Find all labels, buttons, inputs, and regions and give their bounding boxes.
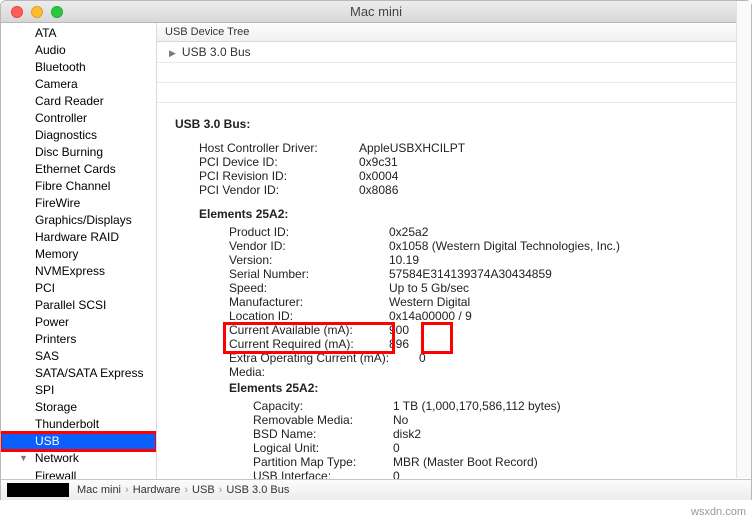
sidebar-item-fibre-channel[interactable]: Fibre Channel [1,178,156,195]
disclosure-triangle-icon[interactable] [169,45,182,59]
path-bar[interactable]: Mac mini › Hardware › USB › USB 3.0 Bus [1,479,751,500]
sidebar-item-ata[interactable]: ATA [1,25,156,42]
label: BSD Name: [253,427,393,441]
value: 0x14a00000 / 9 [389,309,472,323]
value-current-available: 900 [389,323,409,337]
label: Product ID: [229,225,389,239]
label-current-available: Current Available (mA): [229,323,389,337]
watermark: wsxdn.com [691,506,746,518]
sidebar-item-power[interactable]: Power [1,314,156,331]
value: 0x1058 (Western Digital Technologies, In… [389,239,620,253]
value: AppleUSBXHCILPT [359,141,465,155]
chevron-right-icon: › [184,484,188,496]
value: 0x25a2 [389,225,428,239]
sidebar-item-firewall[interactable]: Firewall [1,468,156,479]
label: Removable Media: [253,413,393,427]
tree-blank [157,83,751,103]
sidebar-group-network[interactable]: Network [1,450,156,468]
value: 0x9c31 [359,155,398,169]
label: Serial Number: [229,267,389,281]
sidebar-item-spi[interactable]: SPI [1,382,156,399]
tree-blank [157,63,751,83]
value: disk2 [393,427,421,441]
label: Manufacturer: [229,295,389,309]
value: MBR (Master Boot Record) [393,455,538,469]
label: Vendor ID: [229,239,389,253]
sidebar-item-hardware-raid[interactable]: Hardware RAID [1,229,156,246]
section-title-bus: USB 3.0 Bus: [175,117,743,131]
value: 1 TB (1,000,170,586,112 bytes) [393,399,561,413]
label: PCI Device ID: [199,155,359,169]
value-current-required: 896 [389,337,409,351]
sidebar-item-ethernet-cards[interactable]: Ethernet Cards [1,161,156,178]
value: 0x8086 [359,183,398,197]
sidebar-item-card-reader[interactable]: Card Reader [1,93,156,110]
sidebar-item-disc-burning[interactable]: Disc Burning [1,144,156,161]
label: Version: [229,253,389,267]
value: 10.19 [389,253,419,267]
label-current-required: Current Required (mA): [229,337,389,351]
chevron-right-icon: › [125,484,129,496]
window-title: Mac mini [1,4,751,19]
sidebar-item-memory[interactable]: Memory [1,246,156,263]
value: Western Digital [389,295,470,309]
section-title-device: Elements 25A2: [175,207,743,221]
sidebar-item-printers[interactable]: Printers [1,331,156,348]
sidebar-item-sas[interactable]: SAS [1,348,156,365]
sidebar-item-thunderbolt[interactable]: Thunderbolt [1,416,156,433]
details-pane: USB 3.0 Bus: Host Controller Driver:Appl… [157,103,751,479]
sidebar-item-bluetooth[interactable]: Bluetooth [1,59,156,76]
breadcrumb[interactable]: Mac mini [77,484,121,496]
sidebar-item-graphics-displays[interactable]: Graphics/Displays [1,212,156,229]
label: Partition Map Type: [253,455,393,469]
tree-row-label: USB 3.0 Bus [182,45,251,59]
sidebar-item-camera[interactable]: Camera [1,76,156,93]
redacted-icon [7,483,69,497]
breadcrumb[interactable]: USB 3.0 Bus [226,484,289,496]
tree-header[interactable]: USB Device Tree [157,23,751,42]
sidebar-item-nvmexpress[interactable]: NVMExpress [1,263,156,280]
label: Location ID: [229,309,389,323]
label: Host Controller Driver: [199,141,359,155]
label: Speed: [229,281,389,295]
sidebar-item-firewire[interactable]: FireWire [1,195,156,212]
sidebar-item-sata[interactable]: SATA/SATA Express [1,365,156,382]
label: PCI Vendor ID: [199,183,359,197]
label: USB Interface: [253,469,393,479]
label: Media: [229,365,389,379]
sidebar-item-storage[interactable]: Storage [1,399,156,416]
value: 57584E314139374A30434859 [389,267,552,281]
label: Capacity: [253,399,393,413]
value: 0 [393,469,400,479]
titlebar[interactable]: Mac mini [1,1,751,23]
value: 0 [393,441,400,455]
value: 0 [419,351,426,365]
sidebar-item-controller[interactable]: Controller [1,110,156,127]
value: 0x0004 [359,169,398,183]
main-pane: USB Device Tree USB 3.0 Bus USB 3.0 Bus:… [157,23,751,479]
value: Up to 5 Gb/sec [389,281,469,295]
system-info-window: Mac mini ATA Audio Bluetooth Camera Card… [0,0,752,500]
scrollbar[interactable] [736,1,751,478]
breadcrumb[interactable]: Hardware [133,484,181,496]
sidebar-item-diagnostics[interactable]: Diagnostics [1,127,156,144]
label: PCI Revision ID: [199,169,359,183]
label: Logical Unit: [253,441,393,455]
value: No [393,413,408,427]
chevron-right-icon: › [219,484,223,496]
label: Extra Operating Current (mA): [229,351,419,365]
section-title-volume: Elements 25A2: [175,381,743,395]
breadcrumb[interactable]: USB [192,484,215,496]
tree-row-usb-bus[interactable]: USB 3.0 Bus [157,42,751,63]
sidebar-item-parallel-scsi[interactable]: Parallel SCSI [1,297,156,314]
sidebar-item-usb[interactable]: USB [1,433,156,450]
sidebar[interactable]: ATA Audio Bluetooth Camera Card Reader C… [1,23,157,479]
sidebar-item-pci[interactable]: PCI [1,280,156,297]
sidebar-item-audio[interactable]: Audio [1,42,156,59]
